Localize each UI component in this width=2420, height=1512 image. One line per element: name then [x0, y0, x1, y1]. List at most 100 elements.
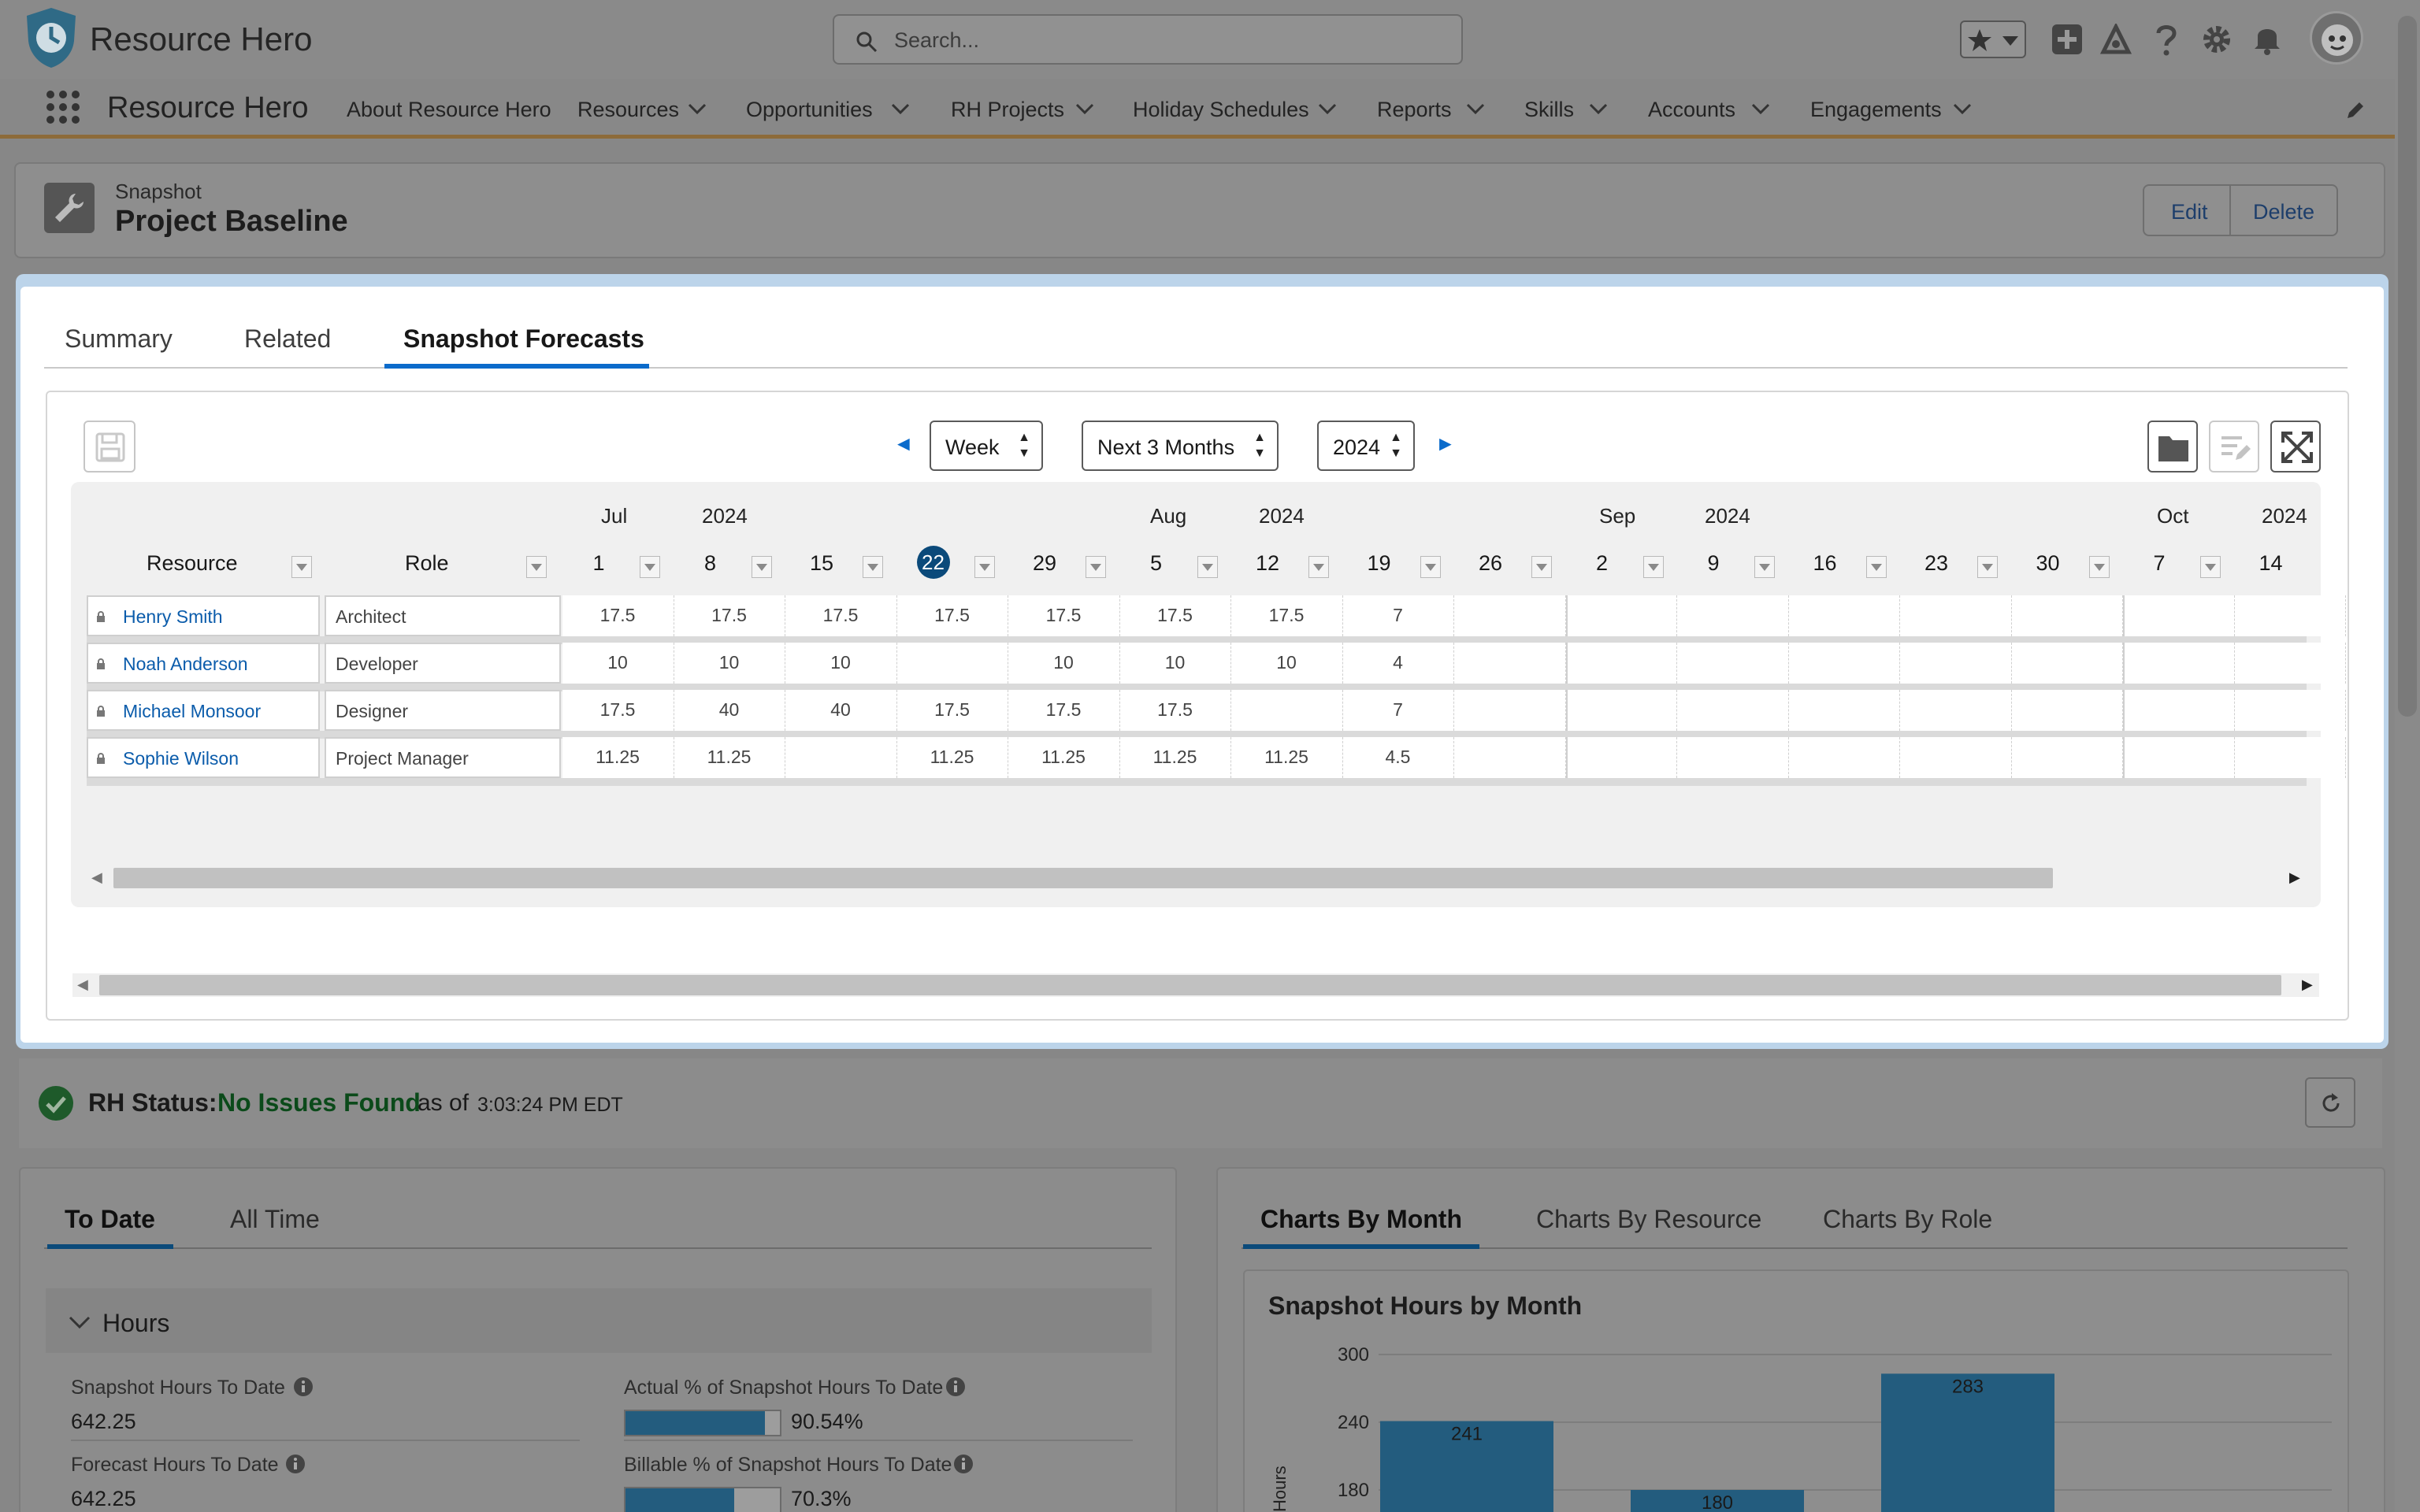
hours-cell[interactable]: 10 — [1231, 643, 1343, 684]
chevron-down-icon[interactable] — [68, 1314, 91, 1331]
chevron-down-icon[interactable] — [1075, 101, 1095, 117]
hours-cell[interactable]: 4.5 — [1342, 737, 1454, 778]
hours-cell[interactable]: 17.5 — [896, 595, 1008, 636]
hours-cell[interactable]: 17.5 — [896, 690, 1008, 731]
scrollbar-thumb[interactable] — [99, 975, 2281, 995]
tab-related[interactable]: Related — [244, 324, 331, 354]
notifications-bell-icon[interactable] — [2251, 22, 2283, 55]
hours-cell[interactable]: 11.25 — [1119, 737, 1231, 778]
info-icon[interactable] — [953, 1454, 974, 1474]
global-actions-icon[interactable] — [2051, 24, 2083, 55]
open-folder-button[interactable] — [2147, 421, 2198, 472]
nav-item-holiday-schedules[interactable]: Holiday Schedules — [1133, 98, 1309, 122]
hours-cell[interactable]: 40 — [785, 690, 897, 731]
tab-charts-by-resource[interactable]: Charts By Resource — [1536, 1205, 1761, 1234]
hours-cell[interactable] — [1677, 643, 1789, 684]
hours-cell[interactable] — [1454, 737, 1566, 778]
hours-cell[interactable] — [1788, 737, 1900, 778]
hours-cell[interactable] — [1788, 595, 1900, 636]
hours-cell[interactable]: 10 — [785, 643, 897, 684]
hours-cell[interactable] — [2011, 690, 2123, 731]
hours-cell[interactable] — [2234, 690, 2346, 731]
edit-button[interactable]: Edit — [2171, 200, 2208, 224]
hours-cell[interactable] — [2011, 643, 2123, 684]
tab-charts-by-month[interactable]: Charts By Month — [1260, 1205, 1462, 1234]
hours-cell[interactable]: 10 — [674, 643, 785, 684]
hours-cell[interactable] — [2234, 595, 2346, 636]
nav-item-rh-projects[interactable]: RH Projects — [951, 98, 1064, 122]
hours-cell[interactable] — [1454, 643, 1566, 684]
week-filter-button[interactable] — [1086, 556, 1106, 578]
scroll-right-arrow-icon[interactable]: ▶ — [2302, 976, 2313, 993]
hours-cell[interactable]: 4 — [1342, 643, 1454, 684]
scroll-left-arrow-icon[interactable]: ◀ — [77, 976, 88, 993]
hours-cell[interactable] — [785, 737, 897, 778]
week-filter-button[interactable] — [640, 556, 660, 578]
role-filter-button[interactable] — [526, 556, 547, 578]
chevron-down-icon[interactable] — [1952, 101, 1973, 117]
nav-item-skills[interactable]: Skills — [1524, 98, 1574, 122]
edit-nav-pencil-icon[interactable] — [2344, 99, 2366, 121]
resource-link[interactable]: Noah Anderson — [123, 654, 248, 675]
hours-cell[interactable] — [1677, 690, 1789, 731]
hours-cell[interactable]: 11.25 — [1008, 737, 1120, 778]
hours-cell[interactable]: 11.25 — [896, 737, 1008, 778]
hours-cell[interactable] — [1454, 690, 1566, 731]
hours-cell[interactable]: 17.5 — [1008, 595, 1120, 636]
scroll-left-arrow-icon[interactable]: ◀ — [91, 869, 102, 886]
search-input[interactable]: Search... — [833, 14, 1463, 65]
hours-cell[interactable] — [1565, 737, 1677, 778]
hours-section-header[interactable] — [46, 1288, 1152, 1353]
edit-list-button[interactable] — [2209, 421, 2259, 472]
trailhead-icon[interactable] — [2099, 24, 2133, 55]
hours-cell[interactable]: 11.25 — [562, 737, 674, 778]
hours-cell[interactable]: 17.5 — [1119, 690, 1231, 731]
info-icon[interactable] — [285, 1454, 306, 1474]
hours-cell[interactable] — [2011, 595, 2123, 636]
setup-gear-icon[interactable] — [2201, 24, 2233, 55]
hours-cell[interactable] — [896, 643, 1008, 684]
resource-link[interactable]: Michael Monsoor — [123, 701, 261, 722]
nav-item-resources[interactable]: Resources — [577, 98, 679, 122]
resource-filter-button[interactable] — [291, 556, 312, 578]
nav-item-reports[interactable]: Reports — [1377, 98, 1452, 122]
user-avatar[interactable] — [2310, 11, 2363, 65]
hours-cell[interactable] — [1900, 690, 2012, 731]
week-filter-button[interactable] — [2088, 556, 2110, 578]
hours-cell[interactable] — [2123, 595, 2235, 636]
hours-cell[interactable]: 17.5 — [674, 595, 785, 636]
hours-cell[interactable]: 17.5 — [1008, 690, 1120, 731]
chevron-down-icon[interactable] — [1465, 101, 1486, 117]
panel-horizontal-scrollbar[interactable]: ◀ ▶ — [72, 973, 2319, 997]
week-filter-button[interactable] — [1754, 556, 1775, 578]
year-select[interactable]: 2024 ▲ ▼ — [1317, 421, 1415, 471]
hours-cell[interactable] — [1900, 595, 2012, 636]
hours-cell[interactable] — [1900, 737, 2012, 778]
hours-cell[interactable] — [1231, 690, 1343, 731]
hours-cell[interactable]: 10 — [1008, 643, 1120, 684]
hours-cell[interactable] — [1788, 643, 1900, 684]
hours-cell[interactable]: 7 — [1342, 595, 1454, 636]
week-filter-button[interactable] — [751, 556, 772, 578]
hours-cell[interactable]: 17.5 — [785, 595, 897, 636]
range-select[interactable]: Next 3 Months ▲ ▼ — [1082, 421, 1279, 471]
info-icon[interactable] — [293, 1377, 314, 1397]
hours-cell[interactable] — [1788, 690, 1900, 731]
hours-cell[interactable] — [1565, 595, 1677, 636]
week-filter-button[interactable] — [1531, 556, 1552, 578]
hours-cell[interactable]: 17.5 — [1119, 595, 1231, 636]
nav-item-opportunities[interactable]: Opportunities — [746, 98, 873, 122]
grid-horizontal-scrollbar[interactable]: ◀ ▶ — [87, 866, 2308, 890]
week-filter-button[interactable] — [1420, 556, 1441, 578]
favorites-button[interactable] — [1960, 20, 2026, 58]
hours-cell[interactable]: 17.5 — [562, 690, 674, 731]
hours-cell[interactable]: 17.5 — [1231, 595, 1343, 636]
resource-link[interactable]: Henry Smith — [123, 606, 223, 628]
week-filter-button[interactable] — [1977, 556, 1998, 578]
resource-link[interactable]: Sophie Wilson — [123, 748, 239, 769]
previous-period-button[interactable]: ◄ — [893, 432, 914, 456]
next-period-button[interactable]: ► — [1435, 432, 1456, 456]
scroll-right-arrow-icon[interactable]: ▶ — [2289, 869, 2300, 886]
week-filter-button[interactable] — [863, 556, 883, 578]
hours-cell[interactable]: 11.25 — [1231, 737, 1343, 778]
